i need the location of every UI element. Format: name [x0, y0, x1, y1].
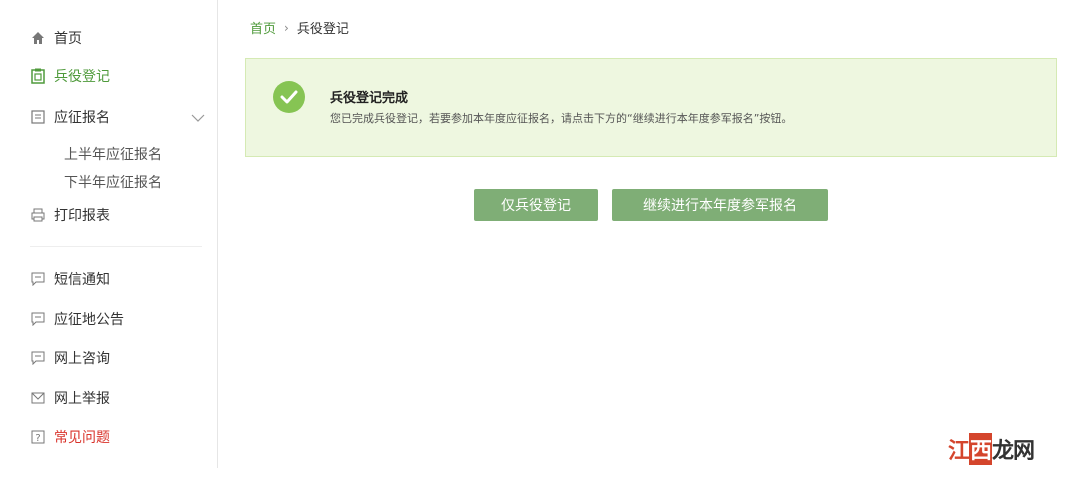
breadcrumb-separator: › — [284, 20, 289, 35]
breadcrumb: 首页 › 兵役登记 — [250, 18, 349, 38]
sidebar-item-label: 短信通知 — [54, 272, 110, 288]
sidebar-item-faq[interactable]: ? 常见问题 — [30, 425, 110, 449]
sidebar: 首页 兵役登记 应征报名 上半年应征报名 下半年应征报名 打印报表 短信通知 应 — [0, 0, 218, 468]
sidebar-item-military-registration[interactable]: 兵役登记 — [30, 64, 110, 88]
breadcrumb-home-link[interactable]: 首页 — [250, 18, 276, 37]
watermark-part-2: 西 — [969, 433, 992, 465]
question-icon: ? — [30, 429, 46, 445]
sidebar-item-label: 应征地公告 — [54, 312, 124, 328]
svg-text:?: ? — [35, 433, 40, 444]
sidebar-item-home[interactable]: 首页 — [30, 26, 82, 50]
document-icon — [30, 109, 46, 125]
chat-icon — [30, 350, 46, 366]
sidebar-item-label: 打印报表 — [54, 208, 110, 224]
home-icon — [30, 30, 46, 46]
sidebar-subitem-second-half[interactable]: 下半年应征报名 — [64, 172, 162, 192]
sidebar-subitem-first-half[interactable]: 上半年应征报名 — [64, 144, 162, 164]
sidebar-item-label: 网上举报 — [54, 391, 110, 407]
sidebar-item-local-announcement[interactable]: 应征地公告 — [30, 307, 124, 331]
sidebar-item-enlistment-application[interactable]: 应征报名 — [30, 105, 110, 129]
continue-enlistment-button[interactable]: 继续进行本年度参军报名 — [612, 189, 828, 221]
chat-icon — [30, 271, 46, 287]
watermark-logo: 江 西 龙网 — [948, 433, 1035, 465]
breadcrumb-current: 兵役登记 — [296, 22, 349, 37]
mail-icon — [30, 390, 46, 406]
check-circle-icon — [273, 81, 305, 113]
watermark-part-1: 江 — [948, 439, 970, 464]
chevron-down-icon[interactable] — [190, 110, 206, 126]
sidebar-item-label: 兵役登记 — [54, 69, 110, 85]
sidebar-item-label: 应征报名 — [54, 110, 110, 126]
alert-title: 兵役登记完成 — [330, 91, 409, 106]
sidebar-item-label: 首页 — [54, 31, 82, 47]
sidebar-item-label: 网上咨询 — [54, 351, 110, 367]
clipboard-icon — [30, 68, 46, 84]
alert-description: 您已完成兵役登记，若要参加本年度应征报名，请点击下方的“继续进行本年度参军报名”… — [330, 112, 793, 125]
sidebar-item-label: 常见问题 — [54, 430, 110, 446]
sidebar-divider — [30, 246, 202, 247]
register-only-button[interactable]: 仅兵役登记 — [474, 189, 598, 221]
sidebar-item-print-report[interactable]: 打印报表 — [30, 203, 110, 227]
sidebar-item-online-consultation[interactable]: 网上咨询 — [30, 346, 110, 370]
watermark-part-3: 龙网 — [992, 439, 1035, 464]
success-alert: 兵役登记完成 您已完成兵役登记，若要参加本年度应征报名，请点击下方的“继续进行本… — [245, 58, 1057, 157]
sidebar-item-sms-notice[interactable]: 短信通知 — [30, 267, 110, 291]
sidebar-item-online-report[interactable]: 网上举报 — [30, 386, 110, 410]
printer-icon — [30, 207, 46, 223]
chat-icon — [30, 311, 46, 327]
